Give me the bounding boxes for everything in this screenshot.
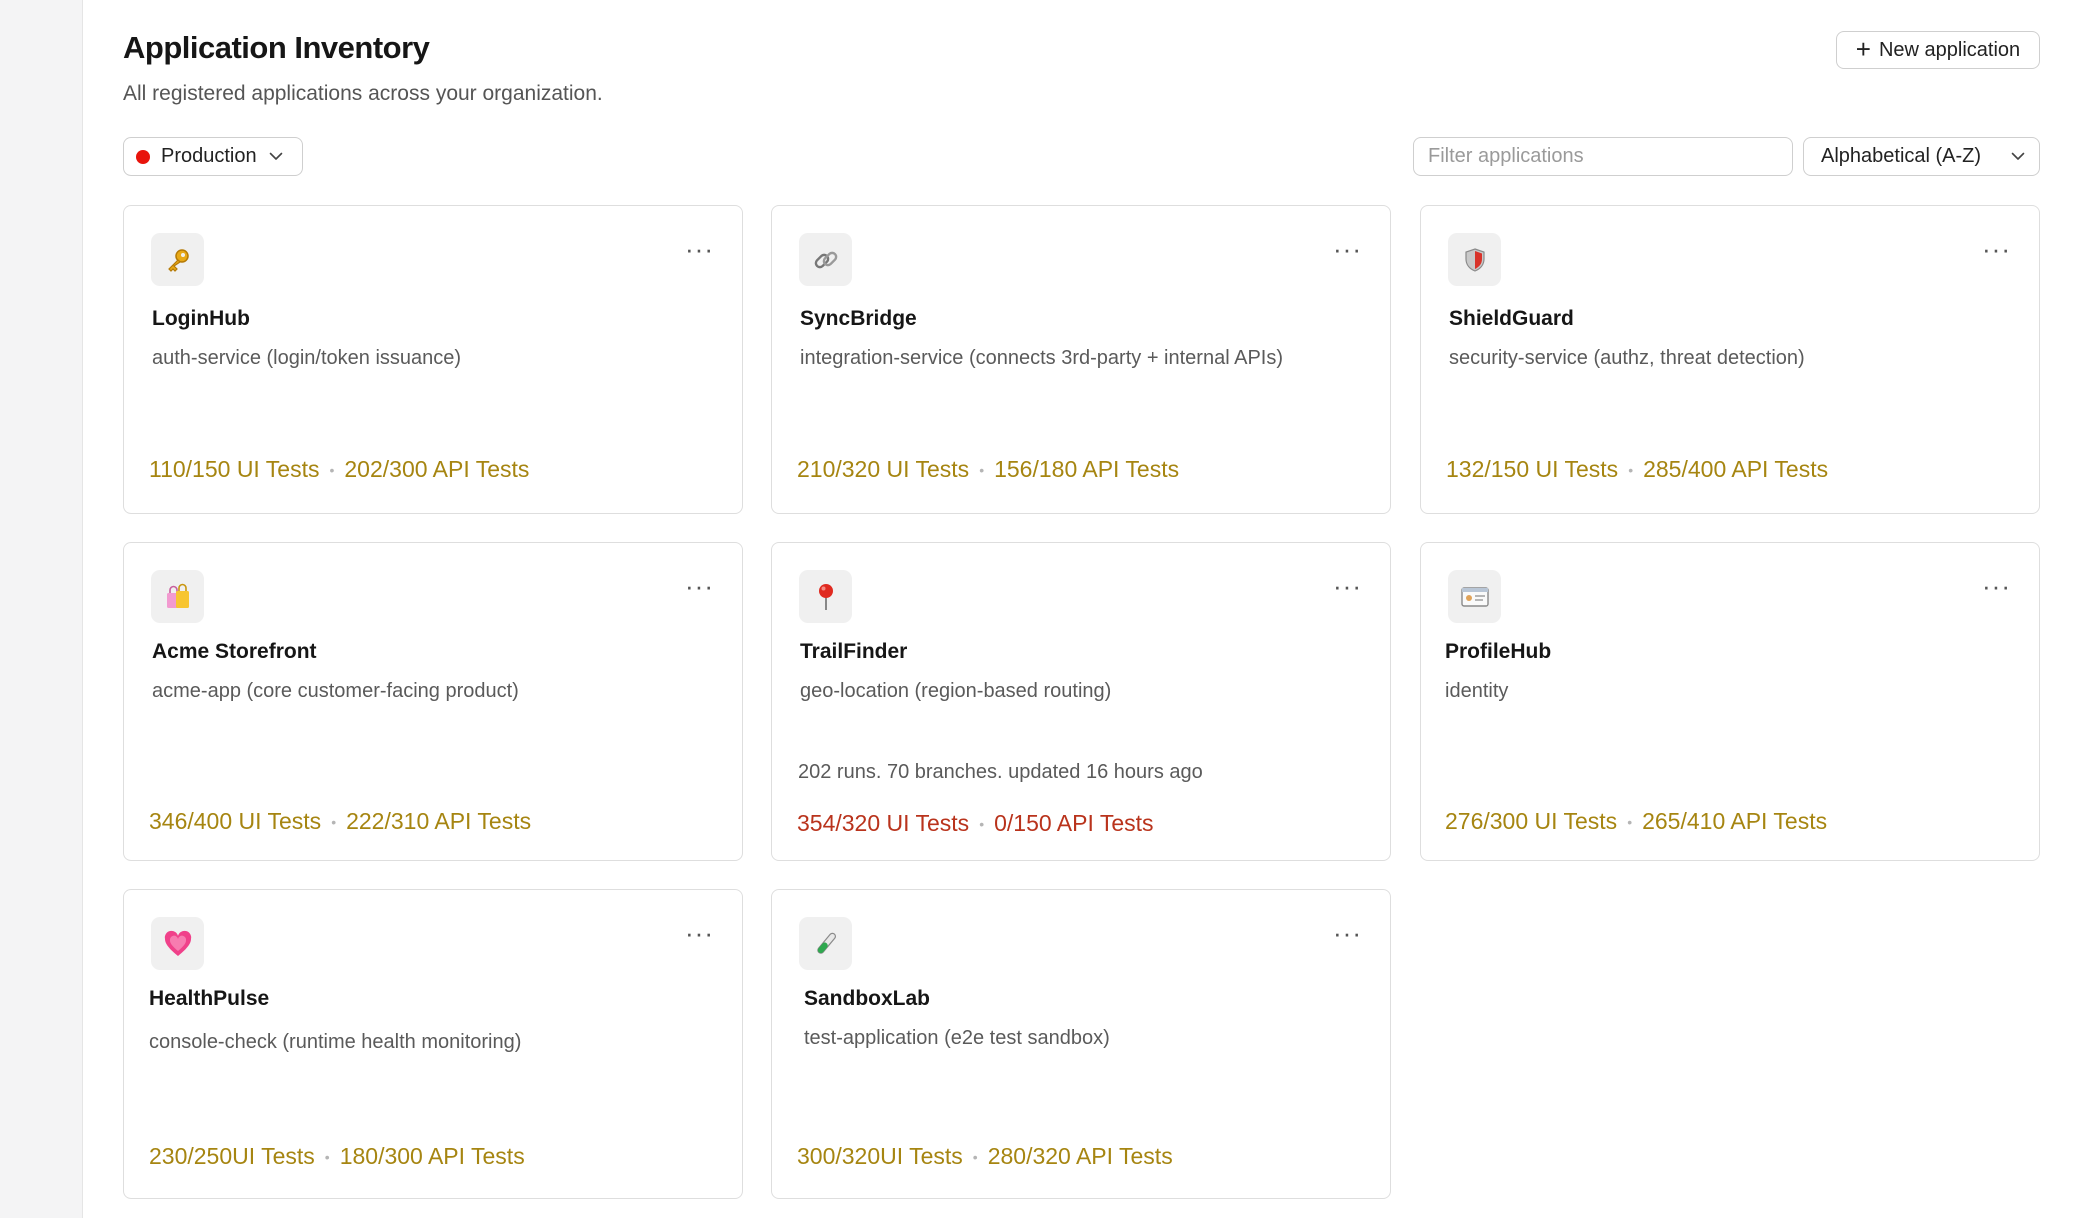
- card-menu-button[interactable]: ···: [685, 573, 714, 599]
- separator-dot: •: [1628, 461, 1634, 478]
- application-name: Acme Storefront: [152, 640, 317, 663]
- application-card-acme-storefront[interactable]: ··· Acme Storefront acme-app (core custo…: [123, 542, 743, 861]
- api-tests-count: 265/410 API Tests: [1642, 808, 1828, 834]
- application-card-shieldguard[interactable]: ··· ShieldGuard security-service (authz,…: [1420, 205, 2040, 514]
- application-description: geo-location (region-based routing): [800, 680, 1112, 702]
- plus-icon: +: [1855, 34, 1871, 64]
- api-tests-count: 156/180 API Tests: [994, 456, 1180, 482]
- test-stats: 346/400 UI Tests • 222/310 API Tests: [149, 808, 531, 835]
- environment-dropdown[interactable]: Production: [123, 137, 303, 176]
- separator-dot: •: [1627, 813, 1633, 830]
- new-application-button[interactable]: + New application: [1836, 31, 2040, 69]
- application-description: identity: [1445, 680, 1509, 702]
- card-menu-button[interactable]: ···: [1333, 920, 1362, 946]
- api-tests-count: 202/300 API Tests: [344, 456, 530, 482]
- test-tube-icon: [799, 917, 852, 970]
- api-tests-count: 180/300 API Tests: [339, 1143, 525, 1169]
- sidebar: [0, 0, 83, 1218]
- card-menu-button[interactable]: ···: [1333, 236, 1362, 262]
- test-stats: 210/320 UI Tests • 156/180 API Tests: [797, 456, 1179, 483]
- application-name: SyncBridge: [800, 307, 917, 330]
- application-card-healthpulse[interactable]: ··· HealthPulse console-check (runtime h…: [123, 889, 743, 1199]
- ui-tests-count: 210/320 UI Tests: [797, 456, 970, 482]
- chevron-down-icon: [2011, 152, 2025, 161]
- separator-dot: •: [324, 1148, 330, 1165]
- application-name: LoginHub: [152, 307, 250, 330]
- separator-dot: •: [972, 1148, 978, 1165]
- application-name: SandboxLab: [804, 987, 931, 1010]
- api-tests-count: 285/400 API Tests: [1643, 456, 1829, 482]
- card-menu-button[interactable]: ···: [1982, 236, 2011, 262]
- ui-tests-count: 132/150 UI Tests: [1446, 456, 1619, 482]
- ui-tests-count: 300/320UI Tests: [797, 1143, 963, 1169]
- ui-tests-count: 276/300 UI Tests: [1445, 808, 1618, 834]
- new-application-label: New application: [1878, 38, 2021, 61]
- heart-icon: [151, 917, 204, 970]
- test-stats: 300/320UI Tests • 280/320 API Tests: [797, 1143, 1173, 1170]
- shopping-bags-icon: [151, 570, 204, 623]
- link-icon: [799, 233, 852, 286]
- sort-label: Alphabetical (A-Z): [1821, 145, 1982, 167]
- main-content: Application Inventory All registered app…: [83, 0, 2082, 1218]
- application-description: acme-app (core customer-facing product): [152, 680, 519, 702]
- environment-label: Production: [161, 145, 257, 167]
- ui-tests-count: 354/320 UI Tests: [797, 810, 970, 836]
- card-menu-button[interactable]: ···: [685, 236, 714, 262]
- page-title: Application Inventory: [123, 30, 430, 65]
- application-card-syncbridge[interactable]: ··· SyncBridge integration-service (conn…: [771, 205, 1391, 514]
- separator-dot: •: [979, 461, 985, 478]
- application-name: ShieldGuard: [1449, 307, 1574, 330]
- test-stats: 354/320 UI Tests • 0/150 API Tests: [797, 810, 1154, 837]
- ui-tests-count: 110/150 UI Tests: [149, 456, 320, 482]
- api-tests-count: 280/320 API Tests: [987, 1143, 1173, 1169]
- application-description: security-service (authz, threat detectio…: [1449, 347, 1805, 369]
- test-stats: 132/150 UI Tests • 285/400 API Tests: [1446, 456, 1828, 483]
- id-card-icon: [1448, 570, 1501, 623]
- api-tests-count: 0/150 API Tests: [994, 810, 1154, 836]
- application-name: ProfileHub: [1445, 640, 1552, 663]
- test-stats: 110/150 UI Tests • 202/300 API Tests: [149, 456, 529, 483]
- separator-dot: •: [979, 815, 985, 832]
- application-card-profilehub[interactable]: ··· ProfileHub identity 276/300 UI Tests…: [1420, 542, 2040, 861]
- api-tests-count: 222/310 API Tests: [346, 808, 532, 834]
- application-name: HealthPulse: [149, 987, 270, 1010]
- application-description: console-check (runtime health monitoring…: [149, 1031, 522, 1053]
- card-menu-button[interactable]: ···: [1333, 573, 1362, 599]
- environment-status-dot: [136, 149, 150, 164]
- application-card-trailfinder[interactable]: ··· TrailFinder geo-location (region-bas…: [771, 542, 1391, 861]
- application-description: auth-service (login/token issuance): [152, 347, 462, 369]
- separator-dot: •: [331, 813, 337, 830]
- test-stats: 276/300 UI Tests • 265/410 API Tests: [1445, 808, 1827, 835]
- ui-tests-count: 346/400 UI Tests: [149, 808, 322, 834]
- application-description: test-application (e2e test sandbox): [804, 1027, 1110, 1049]
- application-description: integration-service (connects 3rd-party …: [800, 347, 1283, 369]
- page-subtitle: All registered applications across your …: [123, 82, 603, 105]
- application-card-loginhub[interactable]: ··· LoginHub auth-service (login/token i…: [123, 205, 743, 514]
- card-menu-button[interactable]: ···: [685, 920, 714, 946]
- application-activity: 202 runs. 70 branches. updated 16 hours …: [798, 761, 1203, 783]
- map-pin-icon: [799, 570, 852, 623]
- separator-dot: •: [329, 461, 335, 478]
- card-menu-button[interactable]: ···: [1982, 573, 2011, 599]
- key-icon: [151, 233, 204, 286]
- ui-tests-count: 230/250UI Tests: [149, 1143, 315, 1169]
- application-card-sandboxlab[interactable]: ··· SandboxLab test-application (e2e tes…: [771, 889, 1391, 1199]
- sort-dropdown[interactable]: Alphabetical (A-Z): [1803, 137, 2040, 176]
- chevron-down-icon: [269, 152, 283, 161]
- shield-icon: [1448, 233, 1501, 286]
- filter-applications-input[interactable]: [1413, 137, 1793, 176]
- test-stats: 230/250UI Tests • 180/300 API Tests: [149, 1143, 525, 1170]
- application-name: TrailFinder: [800, 640, 908, 663]
